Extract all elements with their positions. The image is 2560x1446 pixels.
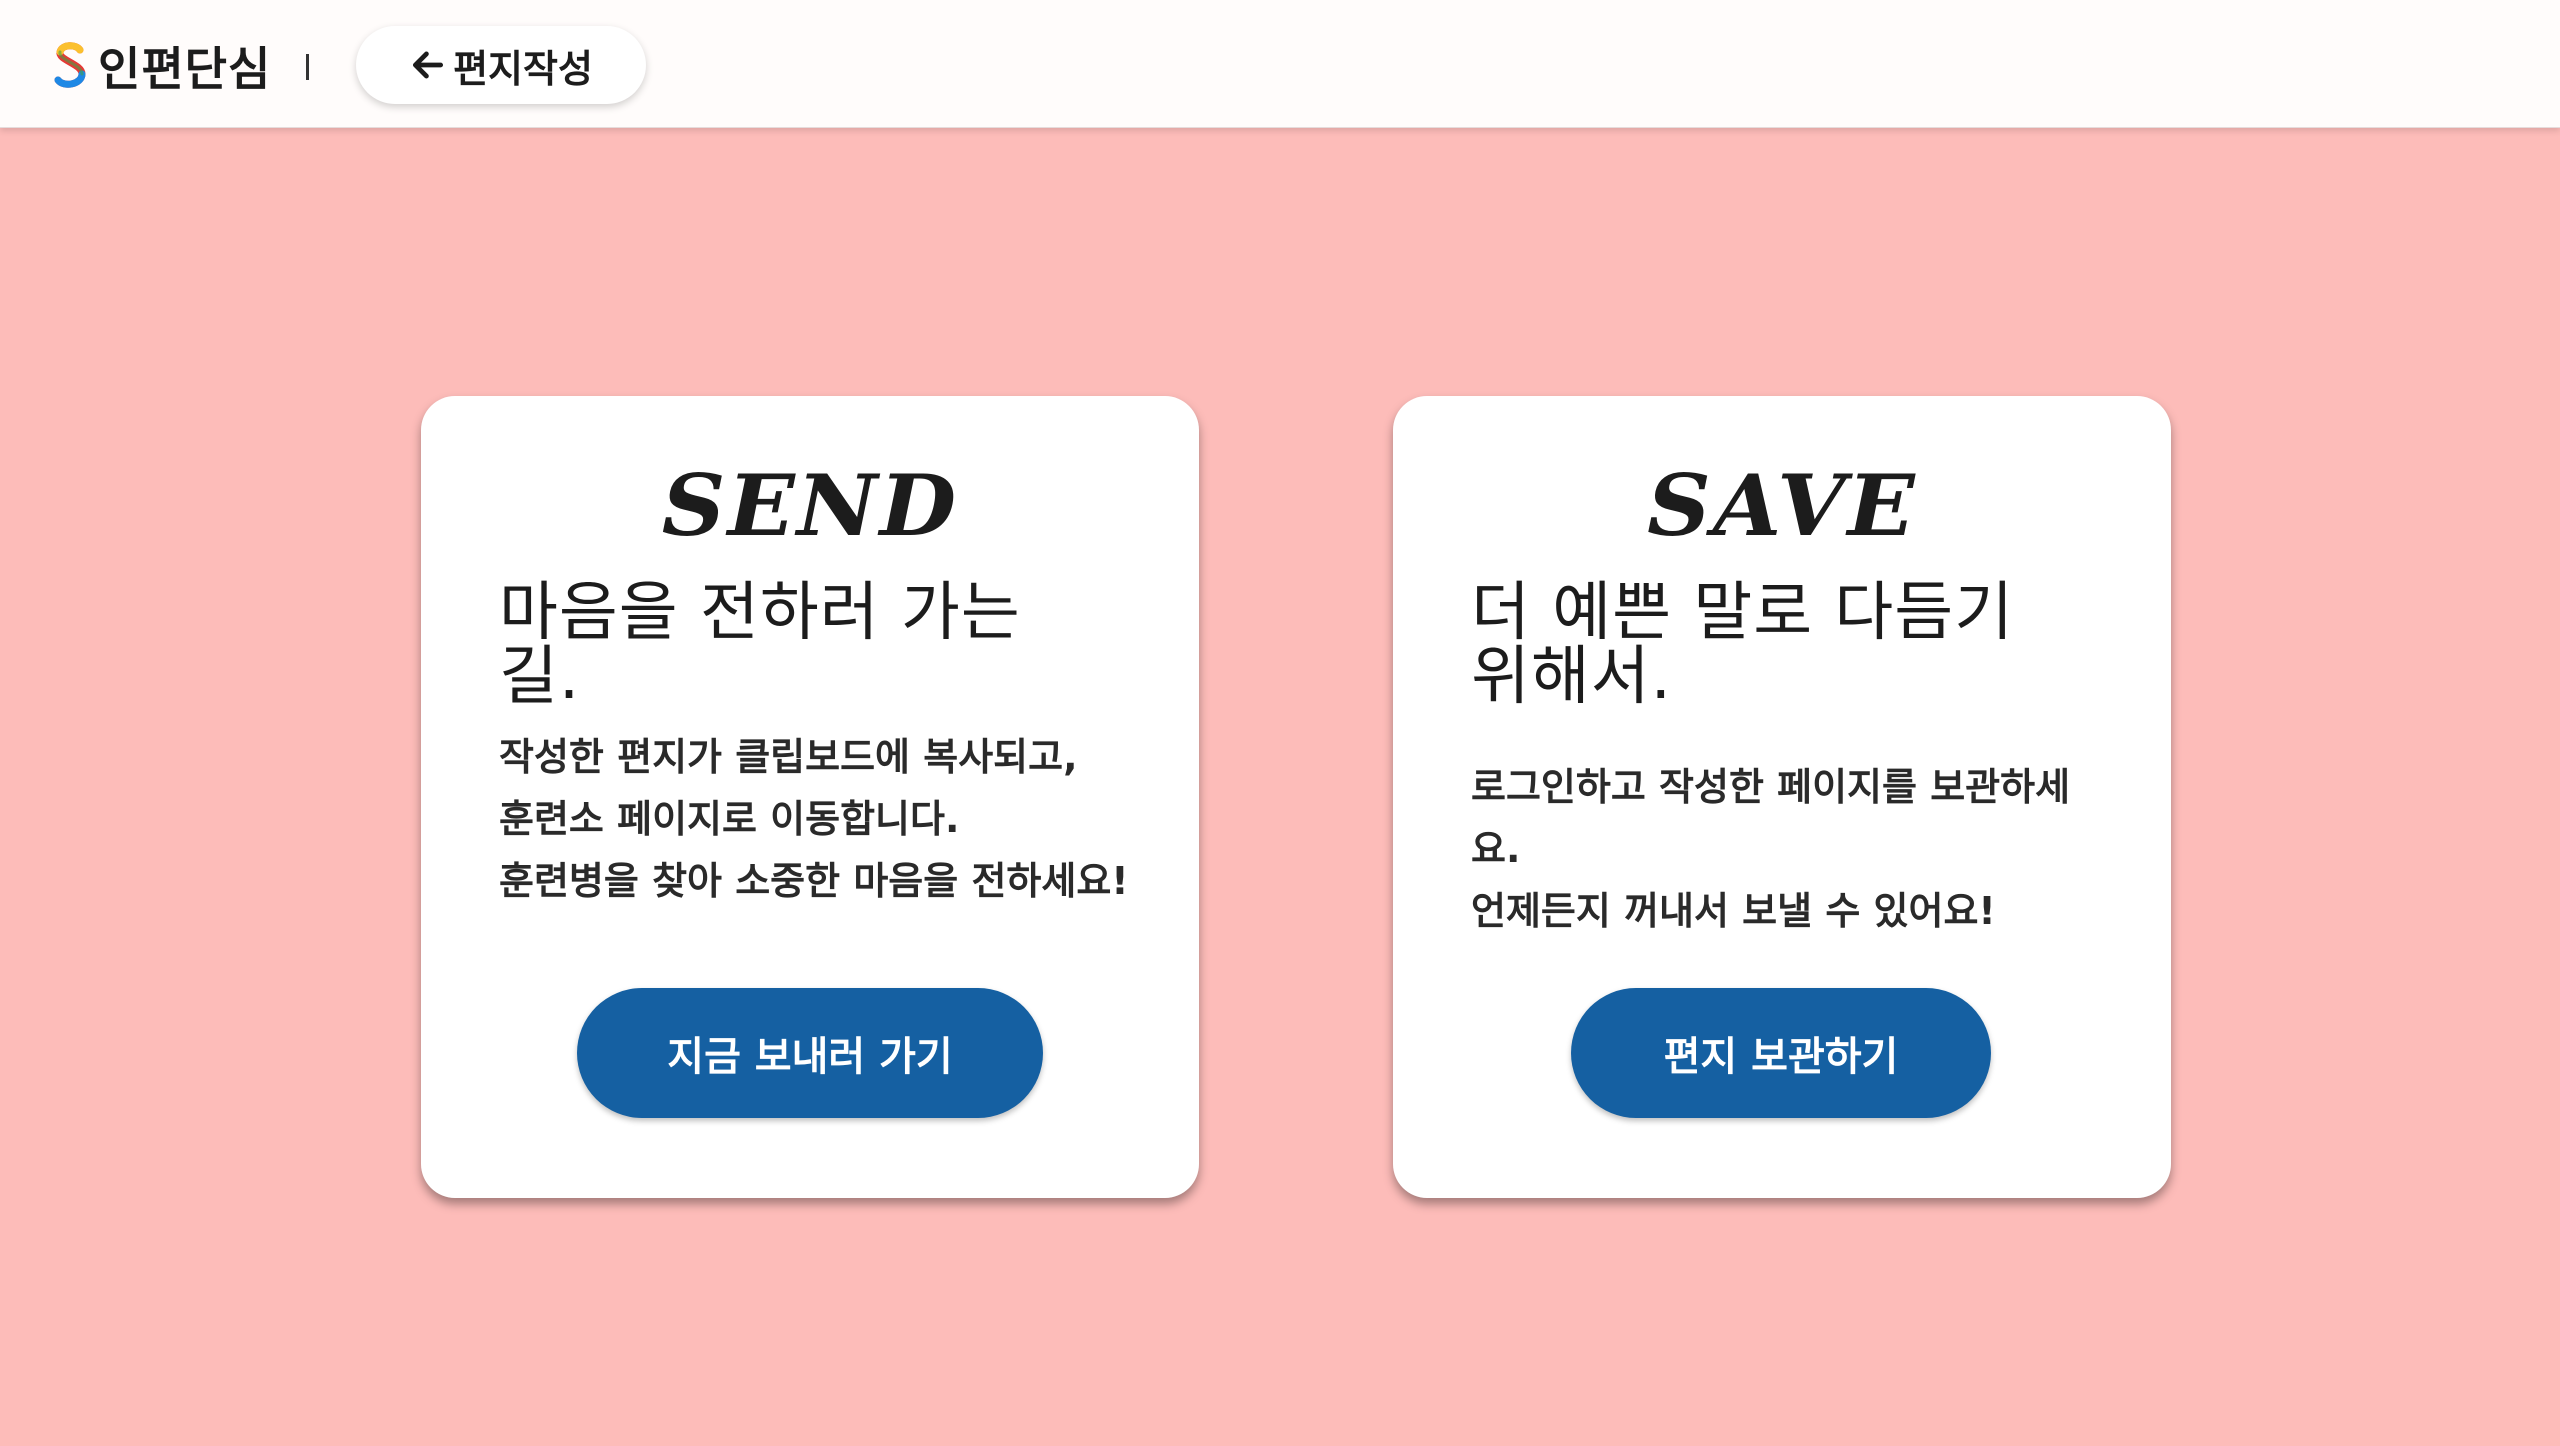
save-card-description: 로그인하고 작성한 페이지를 보관하세요. 언제든지 꺼내서 보낼 수 있어요!	[1471, 765, 2071, 933]
logo-text: 인편단심	[98, 42, 272, 96]
save-card: SAVE 더 예쁜 말로 다듬기 위해서. 로그인하고 작성한 페이지를 보관하…	[1393, 396, 2171, 1198]
send-card-description: 작성한 편지가 클립보드에 복사되고, 훈련소 페이지로 이동합니다. 훈련병을…	[499, 735, 1129, 903]
send-card-title: SEND	[661, 456, 959, 555]
back-button-label: 편지작성	[453, 46, 593, 91]
save-letter-button[interactable]: 편지 보관하기	[1571, 988, 1991, 1118]
send-card: SEND 마음을 전하러 가는 길. 작성한 편지가 클립보드에 복사되고, 훈…	[421, 396, 1199, 1198]
save-letter-button-label: 편지 보관하기	[1663, 1034, 1899, 1080]
send-now-button-label: 지금 보내러 가기	[667, 1034, 953, 1080]
save-card-title: SAVE	[1647, 456, 1917, 555]
logo[interactable]: 인편단심	[52, 36, 271, 96]
back-to-write-button[interactable]: 편지작성	[356, 26, 646, 104]
header-divider	[306, 54, 309, 80]
send-now-button[interactable]: 지금 보내러 가기	[577, 988, 1043, 1118]
arrow-left-icon	[413, 51, 444, 79]
logo-icon	[54, 42, 86, 88]
top-header: 인편단심 편지작성	[0, 0, 2560, 128]
send-card-headline: 마음을 전하러 가는 길.	[499, 576, 1021, 714]
save-card-headline: 더 예쁜 말로 다듬기 위해서.	[1471, 576, 2015, 714]
